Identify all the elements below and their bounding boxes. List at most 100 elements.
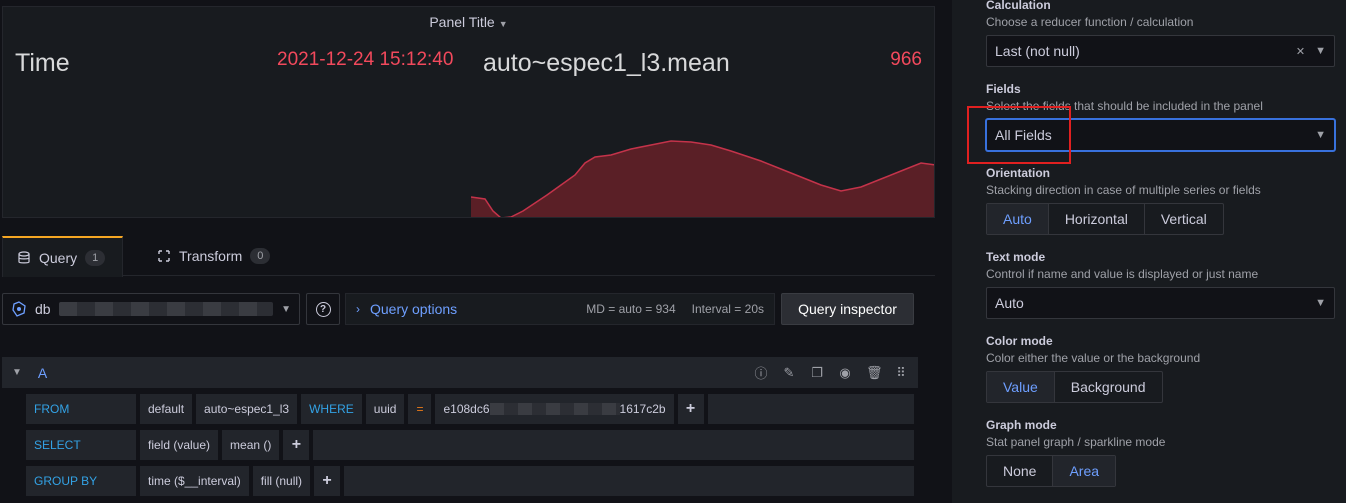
chevron-down-icon: ▼: [1315, 44, 1326, 57]
editor-tabs: Query 1 Transform 0: [2, 236, 935, 277]
add-group-by-button[interactable]: +: [314, 466, 341, 496]
keyword-where: WHERE: [301, 394, 362, 424]
option-color-mode: Color mode Color either the value or the…: [986, 334, 1336, 403]
text-mode-label: Text mode: [986, 250, 1046, 264]
tab-transform-label: Transform: [179, 248, 243, 264]
color-mode-radio-group: Value Background: [986, 371, 1163, 403]
influxdb-icon: [12, 301, 26, 317]
graph-mode-label: Graph mode: [986, 418, 1057, 432]
stat-panel-editor: Panel Title ▼ Time 2021-12-24 15:12:40 au…: [0, 0, 1346, 503]
tag-key[interactable]: uuid: [365, 394, 405, 424]
redacted-datasource: [58, 302, 274, 316]
chevron-right-icon: ›: [356, 302, 360, 316]
keyword-from: FROM: [26, 394, 136, 424]
orientation-horizontal[interactable]: Horizontal: [1049, 204, 1145, 234]
orientation-auto[interactable]: Auto: [987, 204, 1049, 234]
tab-transform[interactable]: Transform 0: [143, 236, 284, 276]
tag-value[interactable]: e108dc6 1617c2b: [435, 394, 674, 424]
query-row-select: SELECT field (value) mean () +: [26, 430, 914, 460]
tag-value-end: 1617c2b: [619, 402, 666, 416]
graph-mode-radio-group: None Area: [986, 455, 1117, 487]
redacted-value: [489, 403, 620, 415]
clear-icon[interactable]: ✕: [1296, 45, 1305, 58]
group-by-time[interactable]: time ($__interval): [140, 466, 249, 496]
chevron-down-icon: ▼: [1315, 297, 1326, 309]
drag-handle-icon[interactable]: ⠿: [894, 365, 908, 381]
graph-mode-none[interactable]: None: [987, 456, 1054, 486]
color-mode-value[interactable]: Value: [987, 372, 1055, 402]
select-controls: ✕ ▼: [1296, 45, 1326, 58]
datasource-name: db: [35, 301, 51, 317]
graph-mode-desc: Stat panel graph / sparkline mode: [986, 435, 1166, 449]
interval: Interval = 20s: [691, 302, 764, 316]
annotation-highlight-box: [967, 106, 1071, 164]
transform-icon: [158, 250, 170, 262]
pencil-icon[interactable]: ✎: [782, 365, 796, 381]
row-filler: [707, 394, 914, 424]
add-select-button[interactable]: +: [283, 430, 310, 460]
text-mode-value: Auto: [995, 295, 1024, 311]
row-filler: [313, 430, 914, 460]
orientation-vertical[interactable]: Vertical: [1145, 204, 1223, 234]
query-inspector-button[interactable]: Query inspector: [781, 293, 914, 325]
query-options-meta: MD = auto = 934 Interval = 20s: [586, 302, 764, 316]
panel-preview: Panel Title ▼ Time 2021-12-24 15:12:40 au…: [2, 6, 935, 218]
stat-name-mean: auto~espec1_l3.mean: [483, 49, 730, 77]
help-button[interactable]: ?: [306, 293, 340, 325]
select-controls: ▼: [1315, 297, 1326, 309]
query-row-from: FROM default auto~espec1_l3 WHERE uuid =…: [26, 394, 914, 424]
eye-icon[interactable]: ◉: [838, 365, 852, 381]
question-icon[interactable]: ⓘ: [754, 363, 768, 382]
chevron-down-icon: ▼: [281, 303, 291, 315]
orientation-radio-group: Auto Horizontal Vertical: [986, 203, 1224, 235]
calculation-desc: Choose a reducer function / calculation: [986, 15, 1194, 29]
calculation-value: Last (not null): [995, 43, 1080, 59]
select-function[interactable]: mean (): [222, 430, 280, 460]
panel-title-menu[interactable]: Panel Title ▼: [3, 14, 934, 30]
keyword-select: SELECT: [26, 430, 136, 460]
options-pane: Calculation Choose a reducer function / …: [952, 0, 1346, 503]
trash-icon[interactable]: 🗑: [866, 365, 883, 381]
row-filler: [344, 466, 914, 496]
text-mode-desc: Control if name and value is displayed o…: [986, 267, 1259, 281]
group-by-fill[interactable]: fill (null): [252, 466, 311, 496]
add-where-button[interactable]: +: [677, 394, 704, 424]
option-graph-mode: Graph mode Stat panel graph / sparkline …: [986, 418, 1336, 487]
query-a-header: ▼ A ⓘ ✎ ❐ ◉ 🗑 ⠿: [2, 357, 918, 388]
color-mode-label: Color mode: [986, 334, 1053, 348]
chevron-down-icon[interactable]: ▼: [12, 367, 22, 378]
tab-query-label: Query: [39, 249, 78, 266]
query-options-label: Query options: [370, 301, 458, 317]
stat-value-time: 2021-12-24 15:12:40: [277, 49, 454, 70]
chevron-down-icon: ▼: [498, 19, 508, 29]
copy-icon[interactable]: ❐: [810, 365, 824, 381]
tab-transform-count: 0: [250, 248, 271, 264]
query-actions: ⓘ ✎ ❐ ◉ 🗑 ⠿: [754, 363, 908, 382]
calculation-select[interactable]: Last (not null) ✕ ▼: [986, 35, 1335, 67]
fields-label: Fields: [986, 82, 1021, 96]
orientation-label: Orientation: [986, 166, 1051, 180]
retention-policy[interactable]: default: [140, 394, 193, 424]
tab-query[interactable]: Query 1: [2, 236, 123, 277]
orientation-desc: Stacking direction in case of multiple s…: [986, 183, 1261, 197]
stat-name-time: Time: [15, 49, 70, 77]
measurement[interactable]: auto~espec1_l3: [196, 394, 298, 424]
option-calculation: Calculation Choose a reducer function / …: [986, 0, 1336, 67]
text-mode-select[interactable]: Auto ▼: [986, 287, 1335, 319]
max-data-points: MD = auto = 934: [586, 302, 676, 316]
datasource-picker[interactable]: db ▼: [2, 293, 300, 325]
keyword-group-by: GROUP BY: [26, 466, 136, 496]
tag-operator[interactable]: =: [408, 394, 432, 424]
tab-query-count: 1: [85, 249, 106, 266]
graph-mode-area[interactable]: Area: [1053, 456, 1116, 486]
chevron-down-icon: ▼: [1315, 129, 1326, 141]
stat-value-mean: 966: [890, 49, 922, 70]
query-toolbar: db ▼ ? › Query options MD = auto = 934 I…: [2, 293, 935, 325]
tag-value-start: e108dc6: [443, 402, 490, 416]
color-mode-background[interactable]: Background: [1055, 372, 1162, 402]
query-letter[interactable]: A: [38, 365, 47, 381]
database-icon: [18, 250, 30, 263]
query-options-toggle[interactable]: › Query options MD = auto = 934 Interval…: [345, 293, 775, 325]
sparkline-area: [471, 140, 934, 217]
select-field[interactable]: field (value): [140, 430, 219, 460]
